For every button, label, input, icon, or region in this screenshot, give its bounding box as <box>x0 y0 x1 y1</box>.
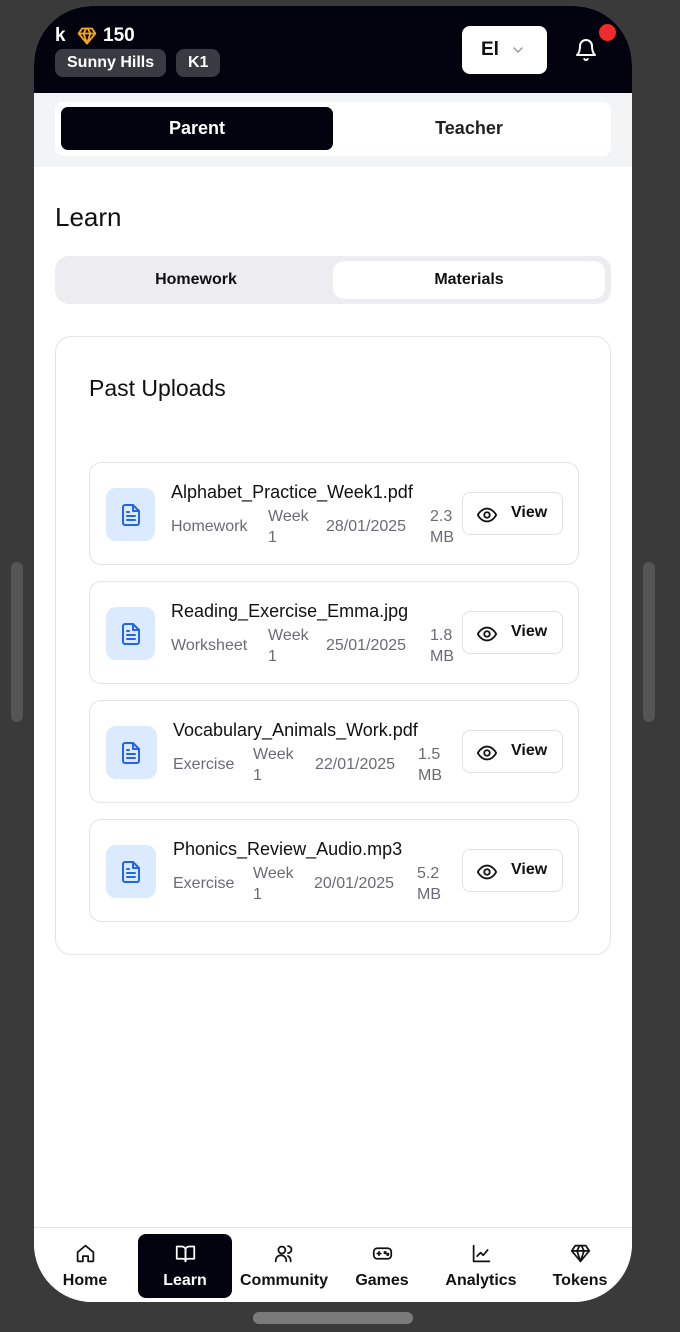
file-name: Phonics_Review_Audio.mp3 <box>173 839 403 859</box>
bottom-nav: Home Learn Community Games Analytics Tok… <box>34 1227 632 1302</box>
file-week: Week <box>253 746 294 763</box>
view-button[interactable]: View <box>462 492 563 535</box>
view-label: View <box>511 861 548 878</box>
view-label: View <box>511 504 548 521</box>
card-title: Past Uploads <box>89 375 226 401</box>
file-week-number: 1 <box>253 767 262 784</box>
gem-icon <box>570 1244 591 1263</box>
tab-materials[interactable]: Materials <box>333 261 605 299</box>
school-chip: Sunny Hills <box>55 49 167 77</box>
role-switch: Parent Teacher <box>55 102 611 156</box>
nav-item-home[interactable]: Home <box>38 1234 132 1298</box>
file-text-icon <box>122 623 140 645</box>
file-size-unit: MB <box>418 767 442 784</box>
file-date: 28/01/2025 <box>326 518 407 535</box>
file-size-unit: MB <box>430 529 454 546</box>
file-name: Reading_Exercise_Emma.jpg <box>171 601 409 621</box>
home-icon <box>76 1244 95 1263</box>
file-size: 2.3 <box>430 508 453 525</box>
file-type: Exercise <box>173 756 235 773</box>
eye-icon <box>476 626 498 642</box>
view-button[interactable]: View <box>462 611 563 654</box>
phone-screen: k 150 Sunny Hills K1 El Parent Teacher L… <box>34 6 632 1302</box>
nav-label: Tokens <box>552 1272 608 1289</box>
upload-item: Vocabulary_Animals_Work.pdf Exercise Wee… <box>89 700 579 803</box>
file-date: 20/01/2025 <box>314 875 395 892</box>
role-switch-bar: Parent Teacher <box>34 93 632 167</box>
eye-icon <box>476 864 498 880</box>
gem-icon <box>77 27 97 45</box>
file-week: Week <box>253 865 294 882</box>
file-icon-box <box>106 488 155 541</box>
file-size-unit: MB <box>430 648 454 665</box>
file-text-icon <box>122 861 140 883</box>
file-date: 22/01/2025 <box>315 756 396 773</box>
file-week: Week <box>268 627 309 644</box>
nav-label: Learn <box>163 1272 207 1289</box>
language-select[interactable]: El <box>462 26 547 74</box>
nav-item-games[interactable]: Games <box>335 1234 429 1298</box>
top-header: k 150 Sunny Hills K1 El <box>34 6 632 93</box>
page-title: Learn <box>55 202 122 232</box>
past-uploads-card: Past Uploads Alphabet_Practice_Week1.pdf… <box>55 336 611 955</box>
file-type: Homework <box>171 518 248 535</box>
file-name: Alphabet_Practice_Week1.pdf <box>171 482 413 502</box>
nav-item-community[interactable]: Community <box>237 1234 331 1298</box>
file-size: 1.5 <box>418 746 441 763</box>
user-initial: k <box>55 25 66 46</box>
users-icon <box>274 1245 293 1263</box>
file-week-number: 1 <box>268 529 277 546</box>
gamepad-icon <box>372 1247 393 1260</box>
file-text-icon <box>122 504 140 526</box>
book-open-icon <box>175 1245 196 1263</box>
eye-icon <box>476 507 498 523</box>
file-icon-box <box>106 726 157 779</box>
file-icon-box <box>106 845 156 898</box>
home-indicator[interactable] <box>253 1312 413 1324</box>
file-icon-box <box>106 607 155 660</box>
file-size: 5.2 <box>417 865 440 882</box>
grade-chip: K1 <box>176 49 221 77</box>
nav-label: Analytics <box>445 1272 517 1289</box>
file-date: 25/01/2025 <box>326 637 407 654</box>
file-week-number: 1 <box>268 648 277 665</box>
nav-label: Home <box>62 1272 108 1289</box>
file-name: Vocabulary_Animals_Work.pdf <box>173 720 418 740</box>
upload-item: Alphabet_Practice_Week1.pdf Homework Wee… <box>89 462 579 565</box>
nav-label: Games <box>355 1272 409 1289</box>
file-size-unit: MB <box>417 886 441 903</box>
view-button[interactable]: View <box>462 730 563 773</box>
view-label: View <box>511 623 548 640</box>
notification-dot <box>599 24 616 41</box>
nav-label: Community <box>240 1272 328 1289</box>
device-side-button-right <box>643 562 655 722</box>
file-week-number: 1 <box>253 886 262 903</box>
file-week: Week <box>268 508 309 525</box>
nav-item-learn[interactable]: Learn <box>138 1234 232 1298</box>
file-size: 1.8 <box>430 627 453 644</box>
view-button[interactable]: View <box>462 849 563 892</box>
tab-homework[interactable]: Homework <box>60 261 332 299</box>
token-count: 150 <box>103 25 135 46</box>
file-type: Exercise <box>173 875 235 892</box>
nav-item-analytics[interactable]: Analytics <box>434 1234 528 1298</box>
role-parent-button[interactable]: Parent <box>61 107 333 150</box>
upload-item: Phonics_Review_Audio.mp3 Exercise Week 1… <box>89 819 579 922</box>
chevron-down-icon <box>513 47 523 53</box>
device-side-button-left <box>11 562 23 722</box>
role-teacher-button[interactable]: Teacher <box>333 107 605 150</box>
nav-item-tokens[interactable]: Tokens <box>533 1234 627 1298</box>
file-type: Worksheet <box>171 637 248 654</box>
language-value: El <box>481 39 499 60</box>
file-text-icon <box>122 742 140 764</box>
bell-icon[interactable] <box>574 38 598 62</box>
learn-tabs: Homework Materials <box>55 256 611 304</box>
eye-icon <box>476 745 498 761</box>
chart-line-icon <box>472 1244 491 1263</box>
view-label: View <box>511 742 548 759</box>
upload-item: Reading_Exercise_Emma.jpg Worksheet Week… <box>89 581 579 684</box>
